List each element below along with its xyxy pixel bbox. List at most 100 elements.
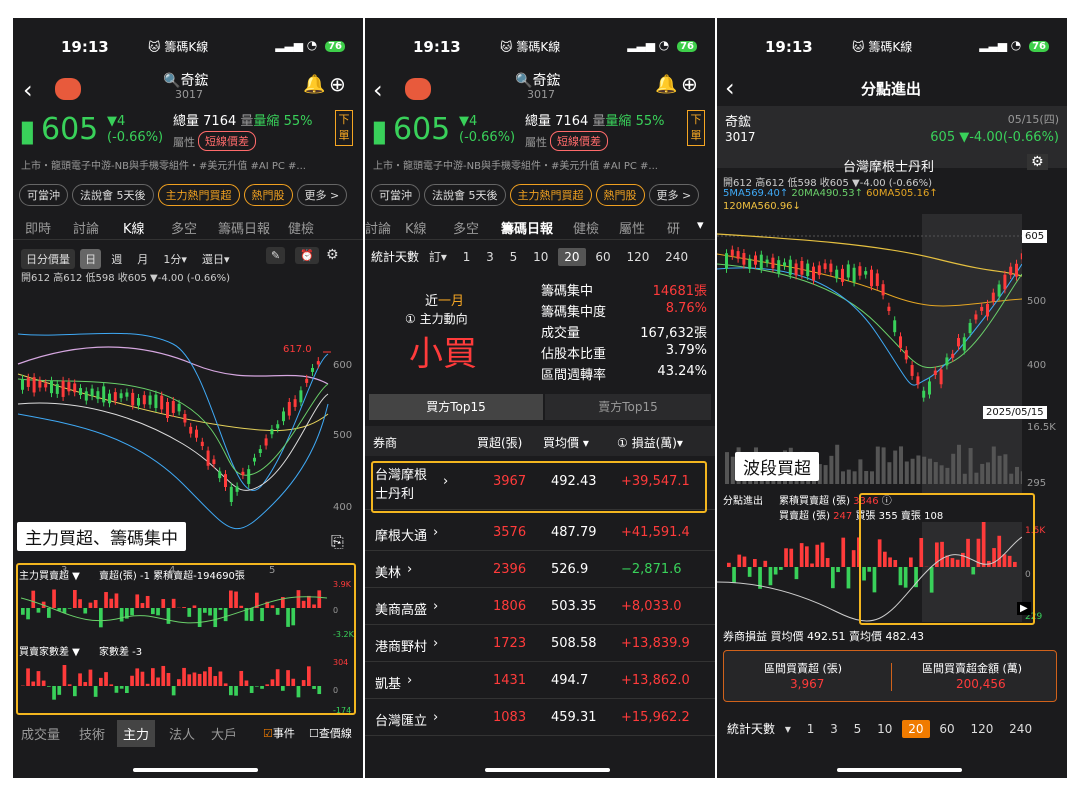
flow-bar bbox=[156, 677, 160, 686]
flow-bar bbox=[307, 595, 311, 608]
table-row[interactable]: 凱基 1431 494.7 +13,862.0 › bbox=[365, 662, 715, 699]
order-button[interactable]: 下單 bbox=[687, 110, 705, 146]
bell-icon[interactable]: 🔔 bbox=[655, 74, 677, 95]
flow-bar bbox=[57, 686, 62, 695]
table-row[interactable]: 美林 2396 526.9 −2,871.6 › bbox=[365, 551, 715, 588]
settings-icon[interactable]: ⚙ bbox=[1027, 154, 1048, 170]
tab-dropdown[interactable]: ▾ bbox=[697, 218, 704, 233]
price-line-checkbox[interactable]: ☐查價線 bbox=[309, 725, 352, 741]
days-240[interactable]: 240 bbox=[1003, 720, 1038, 738]
back-button[interactable]: ‹ bbox=[725, 74, 735, 102]
broker-name: 港商野村 bbox=[375, 640, 428, 655]
days-120[interactable]: 120 bbox=[964, 720, 999, 738]
col-avg-price[interactable]: 買均價 ▾ bbox=[543, 434, 589, 451]
days-10[interactable]: 10 bbox=[871, 720, 898, 738]
alarm-icon[interactable]: ⏰ bbox=[295, 247, 319, 264]
minute-button[interactable]: 1分▾ bbox=[158, 249, 192, 269]
tab-health[interactable]: 健檢 bbox=[573, 218, 599, 237]
days-dropdown[interactable]: ▾ bbox=[779, 720, 797, 738]
draw-icon[interactable]: ✎ bbox=[266, 247, 286, 264]
short-term-badge[interactable]: 短線價差 bbox=[198, 131, 256, 151]
tab-longshort[interactable]: 多空 bbox=[453, 218, 479, 237]
candle bbox=[102, 386, 106, 403]
buy-top15-tab[interactable]: 買方Top15 bbox=[369, 394, 543, 420]
event-checkbox[interactable]: ☑事件 bbox=[263, 725, 295, 741]
tag-conference[interactable]: 法說會 5天後 bbox=[424, 184, 506, 206]
tab-big-holder[interactable]: 大戶 bbox=[211, 724, 237, 743]
flow-bar bbox=[260, 686, 264, 689]
sell-top15-tab[interactable]: 賣方Top15 bbox=[545, 394, 711, 420]
col-pnl[interactable]: ① 損益(萬)▾ bbox=[617, 434, 683, 451]
days-60[interactable]: 60 bbox=[933, 720, 960, 738]
table-row[interactable]: 美商高盛 1806 503.35 +8,033.0 › bbox=[365, 588, 715, 625]
add-icon[interactable]: ⊕ bbox=[681, 72, 698, 96]
ai-robot-icon[interactable] bbox=[55, 78, 81, 100]
tab-attr[interactable]: 屬性 bbox=[619, 218, 645, 237]
rotate-icon[interactable]: ⎘ bbox=[331, 532, 344, 552]
table-row[interactable]: 台灣匯立 1083 459.31 +15,962.2 › bbox=[365, 699, 715, 736]
tab-institution[interactable]: 法人 bbox=[169, 724, 195, 743]
days-1[interactable]: 1 bbox=[457, 248, 477, 266]
days-custom[interactable]: 訂▾ bbox=[423, 246, 453, 267]
stock-search[interactable]: 🔍奇鋐 bbox=[163, 70, 208, 90]
flow-bar bbox=[742, 556, 747, 567]
tab-realtime[interactable]: 即時 bbox=[25, 218, 51, 237]
chevron-right-icon: › bbox=[407, 673, 413, 688]
days-60[interactable]: 60 bbox=[589, 248, 616, 266]
tag-hot[interactable]: 熱門股 bbox=[595, 184, 645, 206]
days-240[interactable]: 240 bbox=[659, 248, 694, 266]
month-button[interactable]: 月 bbox=[132, 249, 153, 269]
table-row[interactable]: 摩根大通 3576 487.79 +41,591.4 › bbox=[365, 514, 715, 551]
days-10[interactable]: 10 bbox=[527, 248, 554, 266]
tab-health[interactable]: 健檢 bbox=[288, 218, 314, 237]
tag-hot[interactable]: 熱門股 bbox=[243, 184, 293, 206]
settings-icon[interactable]: ⚙ bbox=[326, 247, 339, 263]
days-5[interactable]: 5 bbox=[504, 248, 524, 266]
days-120[interactable]: 120 bbox=[620, 248, 655, 266]
tag-more[interactable]: 更多 > bbox=[296, 184, 348, 206]
tag-main-buy[interactable]: 主力熱門買超 bbox=[157, 184, 240, 206]
tab-main-force[interactable]: 主力 bbox=[117, 720, 156, 747]
back-button[interactable]: ‹ bbox=[23, 76, 33, 104]
tab-kline[interactable]: K線 bbox=[405, 218, 427, 237]
flow-bar bbox=[135, 668, 140, 686]
tab-chip-daily[interactable]: 籌碼日報 bbox=[501, 218, 553, 237]
tag-day-trade[interactable]: 可當沖 bbox=[19, 184, 68, 206]
tab-chip-daily[interactable]: 籌碼日報 bbox=[218, 218, 270, 237]
col-net-buy[interactable]: 買超(張) bbox=[477, 434, 522, 451]
bell-icon[interactable]: 🔔 bbox=[303, 74, 325, 95]
adjust-button[interactable]: 還日▾ bbox=[197, 249, 235, 269]
tab-technical[interactable]: 技術 bbox=[79, 724, 105, 743]
days-3[interactable]: 3 bbox=[480, 248, 500, 266]
volume-bar bbox=[910, 458, 915, 484]
ai-robot-icon[interactable] bbox=[405, 78, 431, 100]
tab-volume[interactable]: 成交量 bbox=[21, 724, 60, 743]
price-vol-button[interactable]: 日分價量 bbox=[21, 249, 75, 269]
flow-bar bbox=[73, 589, 77, 608]
tab-research[interactable]: 研 bbox=[667, 218, 680, 237]
stock-search[interactable]: 🔍奇鋐 bbox=[515, 70, 560, 90]
table-row[interactable]: 港商野村 1723 508.58 +13,839.9 › bbox=[365, 625, 715, 662]
order-button[interactable]: 下單 bbox=[335, 110, 353, 146]
back-button[interactable]: ‹ bbox=[373, 76, 383, 104]
days-1[interactable]: 1 bbox=[801, 720, 821, 738]
days-3[interactable]: 3 bbox=[824, 720, 844, 738]
tab-kline[interactable]: K線 bbox=[123, 218, 145, 237]
candle bbox=[113, 392, 117, 401]
days-20[interactable]: 20 bbox=[558, 248, 586, 266]
flow-bar bbox=[119, 686, 124, 689]
tag-day-trade[interactable]: 可當沖 bbox=[371, 184, 420, 206]
tag-main-buy[interactable]: 主力熱門買超 bbox=[509, 184, 592, 206]
main-force-label[interactable]: ① 主力動向 bbox=[405, 310, 468, 327]
tab-longshort[interactable]: 多空 bbox=[171, 218, 197, 237]
tag-conference[interactable]: 法說會 5天後 bbox=[72, 184, 154, 206]
days-5[interactable]: 5 bbox=[848, 720, 868, 738]
tag-more[interactable]: 更多 > bbox=[648, 184, 700, 206]
day-button[interactable]: 日 bbox=[80, 249, 102, 269]
days-20[interactable]: 20 bbox=[902, 720, 930, 738]
tab-discuss[interactable]: 討論 bbox=[365, 218, 391, 237]
short-term-badge[interactable]: 短線價差 bbox=[550, 131, 608, 151]
week-button[interactable]: 週 bbox=[106, 249, 127, 269]
add-icon[interactable]: ⊕ bbox=[329, 72, 346, 96]
tab-discuss[interactable]: 討論 bbox=[73, 218, 99, 237]
